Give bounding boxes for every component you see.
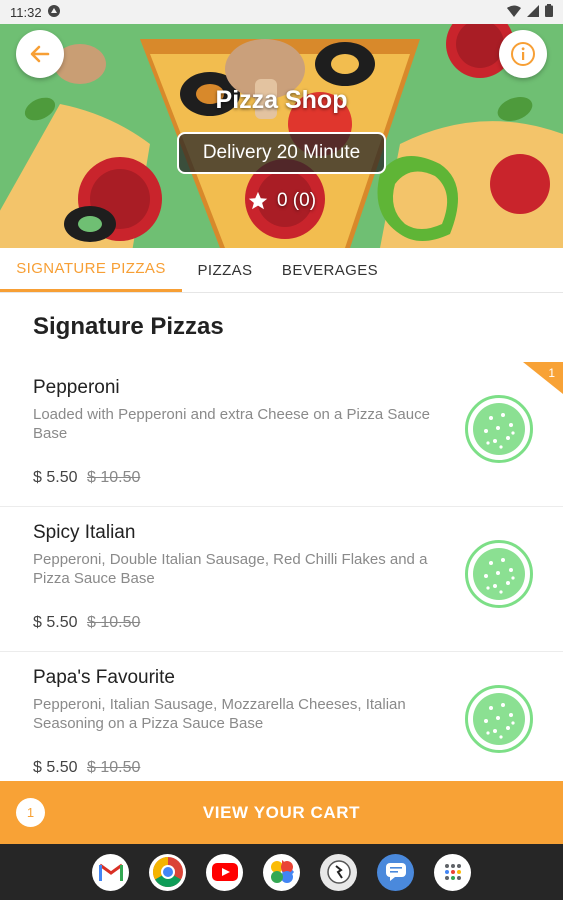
- view-cart-label: VIEW YOUR CART: [202, 802, 361, 822]
- item-description: Loaded with Pepperoni and extra Cheese o…: [33, 406, 430, 442]
- pizza-thumbnail: [465, 540, 533, 608]
- rating-value: 0 (0): [276, 190, 317, 211]
- tab-beverages[interactable]: BEVERAGES: [268, 248, 392, 292]
- item-original-price: $ 10.50: [87, 614, 141, 631]
- shop-title: Pizza Shop: [215, 86, 348, 114]
- item-price: $ 5.50: [33, 469, 78, 486]
- item-price: $ 5.50: [33, 614, 78, 631]
- pizza-thumbnail: [465, 685, 533, 753]
- cart-quantity-label: 1: [548, 366, 555, 380]
- delivery-time-badge: Delivery 20 Minute: [177, 132, 386, 174]
- item-original-price: $ 10.50: [87, 759, 141, 776]
- rating: 0 (0): [0, 190, 563, 212]
- menu-item-pepperoni[interactable]: 1 Pepperoni Loaded with Pepperoni and ex…: [0, 362, 563, 507]
- app-icon[interactable]: [320, 853, 357, 891]
- view-cart-button[interactable]: 1 VIEW YOUR CART: [0, 781, 563, 844]
- item-price: $ 5.50: [33, 759, 78, 776]
- app-drawer-icon[interactable]: [434, 853, 471, 891]
- category-tabs: SIGNATURE PIZZAS PIZZAS BEVERAGES: [0, 248, 563, 293]
- youtube-icon[interactable]: [206, 853, 243, 891]
- app-dock: [0, 844, 563, 900]
- info-button[interactable]: [499, 30, 547, 78]
- cart-count-badge: 1: [16, 798, 45, 827]
- star-icon: [248, 191, 268, 210]
- info-icon: [511, 42, 535, 66]
- android-debug-icon: [47, 4, 60, 20]
- item-name: Papa's Favourite: [33, 667, 175, 688]
- tab-signature-pizzas[interactable]: SIGNATURE PIZZAS: [0, 248, 182, 292]
- item-description: Pepperoni, Italian Sausage, Mozzarella C…: [33, 696, 406, 732]
- pizza-thumbnail: [465, 395, 533, 463]
- wifi-icon: [507, 5, 521, 20]
- messages-icon[interactable]: [377, 853, 414, 891]
- signal-icon: [527, 4, 539, 20]
- gmail-icon[interactable]: [92, 853, 129, 891]
- pizza-icon: [473, 403, 525, 455]
- arrow-left-icon: [30, 45, 50, 63]
- shop-hero-banner: Pizza Shop Delivery 20 Minute 0 (0): [0, 24, 563, 248]
- cart-quantity-corner: [523, 362, 563, 394]
- pizza-icon: [473, 693, 525, 745]
- back-button[interactable]: [16, 30, 64, 78]
- item-name: Pepperoni: [33, 377, 120, 398]
- status-time: 11:32: [10, 4, 42, 20]
- chrome-icon[interactable]: [149, 853, 186, 891]
- item-description: Pepperoni, Double Italian Sausage, Red C…: [33, 551, 428, 587]
- menu-item-papas-favourite[interactable]: Papa's Favourite Pepperoni, Italian Saus…: [0, 652, 563, 797]
- photos-icon[interactable]: [263, 853, 300, 891]
- status-bar: 11:32: [0, 0, 563, 24]
- item-name: Spicy Italian: [33, 522, 136, 543]
- battery-icon: [545, 4, 553, 20]
- item-original-price: $ 10.50: [87, 469, 141, 486]
- menu-item-spicy-italian[interactable]: Spicy Italian Pepperoni, Double Italian …: [0, 507, 563, 652]
- tab-pizzas[interactable]: PIZZAS: [182, 248, 268, 292]
- pizza-icon: [473, 548, 525, 600]
- section-title: Signature Pizzas: [33, 313, 224, 340]
